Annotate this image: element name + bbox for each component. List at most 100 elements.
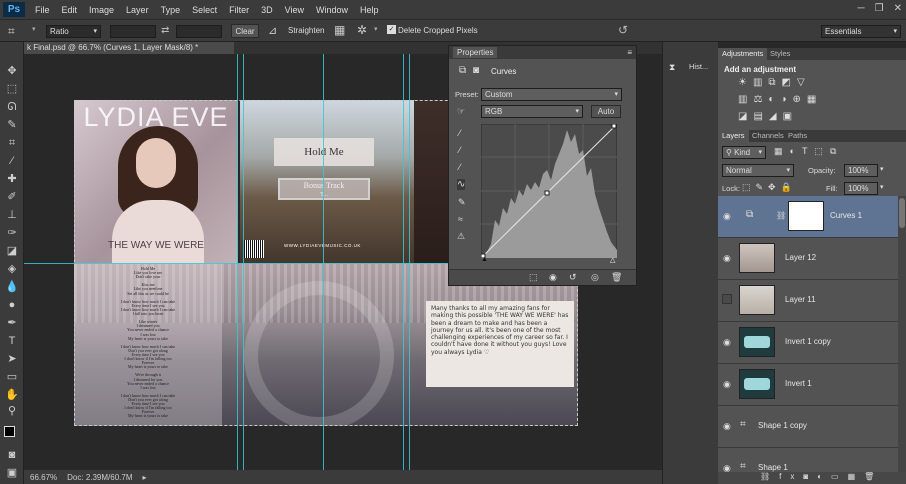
blend-mode-select[interactable]: Normal ▾ (722, 164, 794, 177)
eye-icon[interactable]: ◉ (723, 421, 731, 432)
menu-file[interactable]: File (29, 5, 56, 15)
quick-select-tool-icon[interactable]: ✎ (5, 118, 19, 132)
white-point-slider-icon[interactable]: △ (610, 256, 615, 264)
guide-vertical[interactable] (237, 54, 238, 470)
preset-select[interactable]: Custom ▾ (481, 88, 622, 101)
menu-edit[interactable]: Edit (56, 5, 84, 15)
eye-icon[interactable]: ◉ (723, 253, 731, 264)
menu-filter[interactable]: Filter (223, 5, 255, 15)
hand-tool-icon[interactable]: ✋ (5, 388, 19, 402)
eyedropper-gray-icon[interactable]: ⁄ (459, 145, 461, 155)
menu-view[interactable]: View (279, 5, 310, 15)
curves-graph[interactable] (481, 124, 617, 258)
curve-point-mid[interactable] (544, 190, 550, 196)
curve-point-tool-icon[interactable]: ∿ (457, 179, 466, 190)
minimize-icon[interactable]: ─ (858, 3, 865, 14)
tab-paths[interactable]: Paths (784, 130, 811, 142)
lock-icons[interactable]: ⬚✎✥🔒 (742, 182, 797, 193)
swap-icon[interactable]: ⇄ (161, 25, 169, 36)
maximize-icon[interactable]: ❐ (875, 3, 884, 14)
shape-tool-icon[interactable]: ▭ (5, 370, 19, 384)
guide-horizontal[interactable] (24, 263, 448, 264)
layer-row-curves-1[interactable]: ◉ ⧉ ⛓ Curves 1 (718, 196, 898, 238)
pen-tool-icon[interactable]: ✒ (5, 316, 19, 330)
tab-adjustments[interactable]: Adjustments (718, 48, 768, 60)
move-tool-icon[interactable]: ✥ (5, 64, 19, 78)
quick-mask-icon[interactable]: ◙ (5, 448, 19, 462)
channel-select[interactable]: RGB ▾ (481, 105, 583, 118)
dropdown-arrow-icon[interactable]: ▾ (880, 183, 884, 191)
auto-button[interactable]: Auto (591, 105, 621, 118)
delete-cropped-checkbox[interactable]: ✓ (387, 25, 396, 34)
layer-mask-thumbnail[interactable] (788, 201, 824, 231)
pencil-icon[interactable]: ✎ (458, 197, 466, 208)
workspace-select[interactable]: Essentials ▾ (821, 25, 901, 38)
clip-to-layer-icon[interactable]: ⬚ (529, 272, 538, 283)
type-tool-icon[interactable]: T (5, 334, 19, 348)
dodge-tool-icon[interactable]: ● (5, 298, 19, 312)
screen-mode-icon[interactable]: ▣ (5, 466, 19, 480)
eraser-tool-icon[interactable]: ◪ (5, 244, 19, 258)
gear-icon[interactable]: ✲ (357, 23, 367, 37)
eye-icon[interactable]: ◉ (723, 337, 731, 348)
crop-tool-icon[interactable]: ⌗ (5, 136, 19, 150)
menu-layer[interactable]: Layer (120, 5, 155, 15)
menu-type[interactable]: Type (155, 5, 187, 15)
adjustment-icons-row-1[interactable]: ☀▥⧉◩▽ (738, 77, 838, 88)
curve-point-white[interactable] (611, 124, 617, 129)
blur-tool-icon[interactable]: 💧 (5, 280, 19, 294)
eye-icon[interactable]: ◉ (723, 211, 731, 222)
guide-vertical[interactable] (243, 54, 244, 470)
link-icon[interactable]: ⛓ (776, 211, 786, 220)
scrollbar-thumb[interactable] (899, 198, 905, 228)
layer-filter-icons[interactable]: ▦◐T⬚⧉ (774, 146, 894, 157)
properties-tab[interactable]: Properties (453, 47, 498, 58)
close-icon[interactable]: ✕ (894, 3, 902, 14)
height-input[interactable] (176, 25, 222, 38)
crop-icon[interactable]: ⌗ (8, 24, 15, 39)
black-point-slider-icon[interactable]: ▲ (481, 256, 488, 263)
panel-menu-icon[interactable]: ≡ (627, 48, 632, 57)
grid-overlay-icon[interactable]: ▦ (334, 23, 345, 37)
history-label[interactable]: Hist... (689, 62, 708, 71)
eye-icon[interactable]: ◉ (723, 463, 731, 472)
adjustment-icons-row-3[interactable]: ◪▤◢▣ (738, 111, 838, 122)
filter-kind-select[interactable]: ⚲ Kind ▾ (722, 146, 766, 159)
menu-help[interactable]: Help (354, 5, 385, 15)
layer-row-layer-12[interactable]: ◉ Layer 12 (718, 238, 898, 280)
zoom-tool-icon[interactable]: ⚲ (5, 404, 19, 418)
layer-row-invert-1-copy[interactable]: ◉ Invert 1 copy (718, 322, 898, 364)
layer-row-layer-11[interactable]: Layer 11 (718, 280, 898, 322)
document-tab[interactable]: k Final.psd @ 66.7% (Curves 1, Layer Mas… (24, 42, 234, 54)
reset-icon[interactable]: ↺ (569, 272, 577, 283)
delete-cropped-label[interactable]: Delete Cropped Pixels (398, 26, 478, 35)
hand-adjust-icon[interactable]: ☞ (457, 106, 465, 117)
dropdown-arrow-icon[interactable]: ▾ (880, 165, 884, 173)
fill-input[interactable]: 100% (844, 182, 878, 195)
width-input[interactable] (110, 25, 156, 38)
layer-row-shape-1[interactable]: ◉ ⌗ Shape 1 (718, 448, 898, 472)
menu-3d[interactable]: 3D (255, 5, 279, 15)
layers-scrollbar[interactable] (898, 196, 906, 472)
dropdown-arrow-icon[interactable]: ▾ (32, 25, 36, 33)
mask-icon[interactable]: ◙ (473, 65, 479, 76)
tab-layers[interactable]: Layers (718, 130, 749, 142)
brush-tool-icon[interactable]: ✐ (5, 190, 19, 204)
adjustment-icons-row-2[interactable]: ▥⚖◐◑⊕▦ (738, 94, 858, 105)
layer-row-shape-1-copy[interactable]: ◉ ⌗ Shape 1 copy (718, 406, 898, 448)
straighten-icon[interactable]: ⊿ (268, 24, 277, 37)
clear-button[interactable]: Clear (231, 24, 259, 38)
layers-footer[interactable]: ⛓fx◙◐▭▦🗑 (718, 472, 906, 484)
healing-brush-tool-icon[interactable]: ✚ (5, 172, 19, 186)
eyedropper-black-icon[interactable]: ⁄ (459, 128, 461, 138)
dropdown-arrow-icon[interactable]: ▾ (374, 25, 378, 33)
history-brush-tool-icon[interactable]: ✑ (5, 226, 19, 240)
visibility-toggle-off[interactable] (722, 294, 732, 304)
status-arrow-icon[interactable]: ▸ (143, 473, 147, 482)
reset-icon[interactable]: ↺ (618, 23, 628, 37)
eyedropper-tool-icon[interactable]: ⁄ (5, 154, 19, 168)
guide-vertical[interactable] (409, 54, 410, 470)
foreground-color-swatch[interactable] (4, 426, 15, 437)
menu-image[interactable]: Image (83, 5, 120, 15)
history-icon[interactable]: ⧗ (669, 62, 675, 73)
